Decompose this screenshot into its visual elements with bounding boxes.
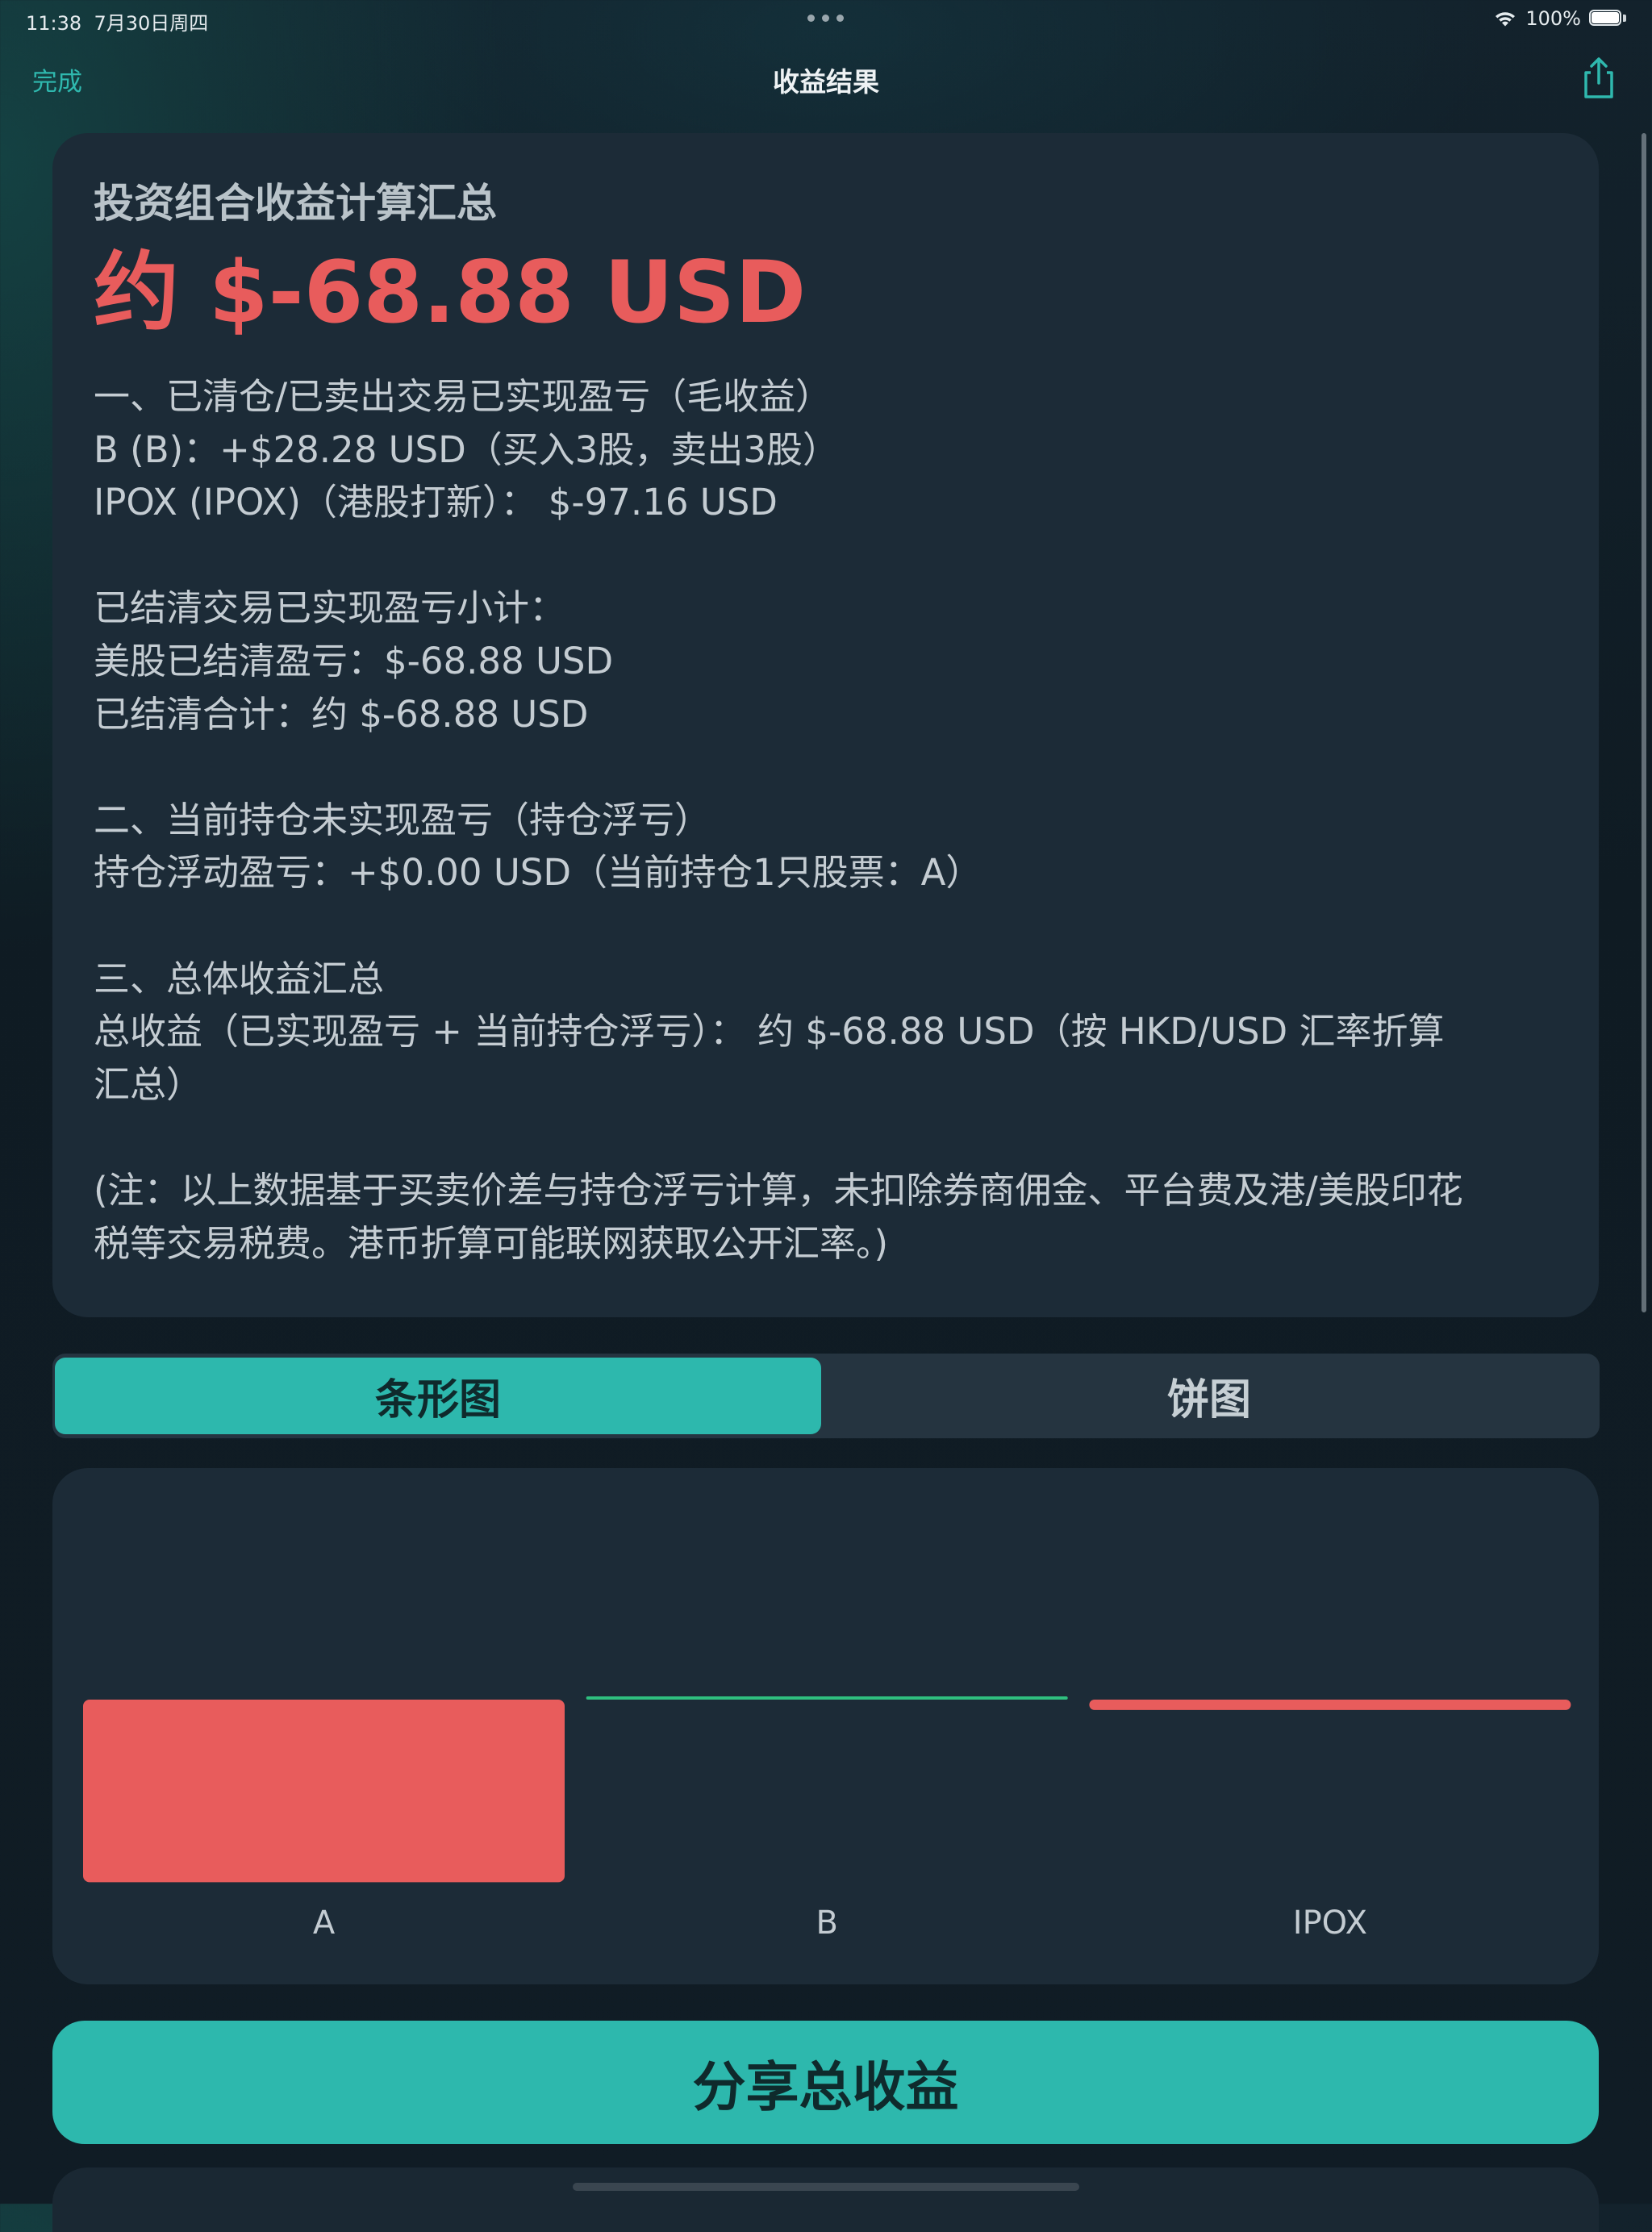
profit-bar-chart: A B IPOX	[83, 1696, 1571, 1942]
navigation-bar: 完成 收益结果	[0, 48, 1652, 110]
summary-line: 持仓浮动盈亏：+$0.00 USD（当前持仓1只股票：A）	[94, 851, 982, 895]
status-time-date: 11:38 7月30日周四	[26, 7, 208, 35]
summary-line	[94, 529, 1558, 582]
status-bar: 11:38 7月30日周四 100%	[0, 0, 1652, 39]
share-icon[interactable]	[1576, 53, 1621, 102]
tab-bar-chart[interactable]: 条形图	[55, 1358, 821, 1434]
summary-line: 已结清交易已实现盈亏小计：	[94, 586, 566, 630]
multitasking-dots-icon[interactable]	[807, 15, 845, 23]
summary-card: 投资组合收益计算汇总 约 $-68.88 USD 一、已清仓/已卖出交易已实现盈…	[52, 133, 1599, 1317]
summary-line: 总收益（已实现盈亏 + 当前持仓浮亏）： 约 $-68.88 USD（按 HKD…	[94, 1010, 1445, 1053]
bar-b[interactable]	[586, 1696, 1068, 1700]
summary-line: 美股已结清盈亏：$-68.88 USD	[94, 639, 614, 682]
summary-line: 已结清合计：约 $-68.88 USD	[94, 692, 589, 736]
tab-pie-chart[interactable]: 饼图	[821, 1358, 1597, 1434]
status-indicators: 100%	[1493, 6, 1628, 31]
summary-line	[94, 899, 1558, 953]
chart-card: A B IPOX	[52, 1468, 1599, 1984]
summary-line: B (B)：+$28.28 USD（买入3股，卖出3股）	[94, 428, 840, 471]
wifi-icon	[1496, 12, 1516, 27]
summary-line: 税等交易税费。港币折算可能联网获取公开汇率。)	[94, 1221, 889, 1265]
x-tick-label: A	[313, 1905, 336, 1942]
x-tick-label: B	[816, 1905, 837, 1942]
next-card	[52, 2167, 1599, 2232]
summary-details: 一、已清仓/已卖出交易已实现盈亏（毛收益） B (B)：+$28.28 USD（买…	[94, 370, 1558, 1270]
chart-type-segmented-control: 条形图 饼图	[52, 1354, 1600, 1438]
summary-line: 一、已清仓/已卖出交易已实现盈亏（毛收益）	[94, 375, 832, 418]
summary-line: 二、当前持仓未实现盈亏（持仓浮亏）	[94, 798, 711, 841]
summary-line: 三、总体收益汇总	[94, 957, 385, 1000]
x-tick-label: IPOX	[1293, 1905, 1367, 1942]
bar-a[interactable]	[83, 1700, 565, 1883]
page-title: 收益结果	[773, 66, 879, 98]
scrollbar[interactable]	[1642, 133, 1646, 1312]
summary-line: (注：以上数据基于买卖价差与持仓浮亏计算，未扣除券商佣金、平台费及港/美股印花	[94, 1168, 1463, 1212]
summary-line: IPOX (IPOX)（港股打新）： $-97.16 USD	[94, 481, 778, 524]
summary-title: 投资组合收益计算汇总	[94, 180, 497, 227]
battery-level-fill	[1592, 12, 1619, 23]
status-time: 11:38	[26, 12, 82, 35]
summary-line: 汇总）	[94, 1062, 203, 1106]
battery-percentage: 100%	[1525, 7, 1581, 30]
home-indicator[interactable]	[573, 2183, 1079, 2191]
battery-icon	[1589, 10, 1628, 27]
bar-ipox[interactable]	[1089, 1700, 1571, 1710]
summary-line	[94, 1111, 1558, 1164]
share-total-button[interactable]: 分享总收益	[52, 2021, 1599, 2144]
summary-line	[94, 741, 1558, 794]
status-date: 7月30日周四	[94, 12, 209, 35]
total-profit-value: 约 $-68.88 USD	[94, 243, 807, 342]
